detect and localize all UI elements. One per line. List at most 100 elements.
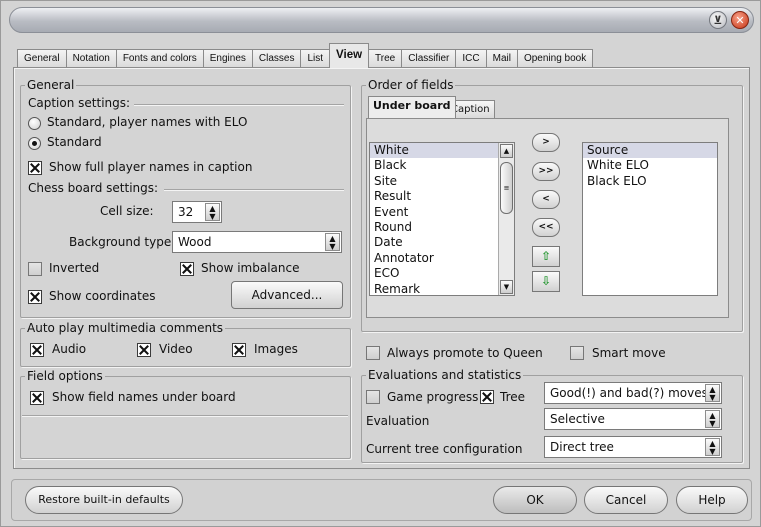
audio-label[interactable]: Audio: [52, 342, 86, 356]
moves-select-value: Good(!) and bad(?) moves: [550, 386, 708, 400]
images-label[interactable]: Images: [254, 342, 298, 356]
smart-move-label[interactable]: Smart move: [592, 346, 666, 360]
arrow-up-icon: ⇧: [540, 249, 552, 263]
tab-icc[interactable]: ICC: [455, 49, 487, 68]
list-item[interactable]: White: [370, 143, 514, 159]
tab-notation[interactable]: Notation: [65, 49, 117, 68]
show-coordinates-checkbox[interactable]: [28, 290, 42, 304]
advanced-button[interactable]: Advanced...: [231, 281, 343, 309]
scroll-thumb[interactable]: ≡: [500, 162, 513, 214]
evaluation-select[interactable]: Selective ▲ ▼: [544, 408, 722, 430]
list-item[interactable]: Source: [583, 143, 717, 159]
list-item[interactable]: Annotator: [370, 251, 514, 266]
tree-label[interactable]: Tree: [500, 390, 525, 404]
list-item[interactable]: White ELO: [583, 158, 717, 173]
list-item[interactable]: Black ELO: [583, 174, 717, 189]
cell-size-field[interactable]: 32 ▲ ▼: [172, 201, 222, 223]
view-tab-panel: General Caption settings: Standard, play…: [13, 67, 750, 469]
scroll-down-icon[interactable]: ▼: [500, 280, 513, 294]
tab-opening-book[interactable]: Opening book: [516, 49, 594, 68]
show-field-names-label[interactable]: Show field names under board: [52, 390, 236, 404]
tab-list[interactable]: List: [300, 49, 331, 68]
evaluation-label: Evaluation: [366, 414, 430, 428]
scroll-up-icon[interactable]: ▲: [500, 144, 513, 158]
radio-standard[interactable]: [28, 137, 41, 150]
radio-standard-label[interactable]: Standard: [47, 135, 102, 149]
available-fields-list[interactable]: White Black Site Result Event Round Date Annota…: [369, 142, 515, 296]
show-field-names-checkbox[interactable]: [30, 391, 44, 405]
tab-bar: General Notation Fonts and colors Engines Cl…: [17, 43, 594, 68]
field-options-group: Field options: [20, 369, 351, 459]
game-progress-checkbox[interactable]: [366, 390, 380, 404]
evaluations-legend: Evaluations and statistics: [368, 368, 522, 382]
radio-standard-elo[interactable]: [28, 117, 41, 130]
available-list-scrollbar[interactable]: ▲ ≡ ▼: [498, 143, 514, 295]
caption-settings-label: Caption settings:: [28, 96, 131, 110]
show-imbalance-label[interactable]: Show imbalance: [201, 261, 299, 275]
background-type-label: Background type:: [69, 235, 176, 249]
tab-mail[interactable]: Mail: [485, 49, 518, 68]
always-promote-label[interactable]: Always promote to Queen: [387, 346, 543, 360]
order-of-fields-legend: Order of fields: [368, 78, 454, 92]
list-item[interactable]: Event: [370, 205, 514, 220]
evaluation-value: Selective: [550, 412, 605, 426]
remove-field-button[interactable]: <: [532, 190, 560, 209]
tab-under-board[interactable]: Under board: [368, 96, 456, 118]
tab-tree[interactable]: Tree: [368, 49, 403, 68]
always-promote-checkbox[interactable]: [366, 346, 380, 360]
remove-all-fields-button[interactable]: <<: [532, 218, 560, 237]
show-full-names-label[interactable]: Show full player names in caption: [49, 160, 252, 174]
moves-select[interactable]: Good(!) and bad(?) moves ▲ ▼: [544, 382, 722, 404]
audio-checkbox[interactable]: [30, 343, 44, 357]
tab-classes[interactable]: Classes: [251, 49, 302, 68]
list-item[interactable]: Black: [370, 158, 514, 173]
video-checkbox[interactable]: [137, 343, 151, 357]
list-item[interactable]: Remark: [370, 282, 514, 295]
background-type-value: Wood: [178, 235, 212, 249]
inverted-label[interactable]: Inverted: [49, 261, 99, 275]
chevron-down-icon[interactable]: ▲ ▼: [325, 233, 340, 251]
cancel-button[interactable]: Cancel: [584, 486, 668, 514]
close-button[interactable]: ✕: [731, 11, 749, 29]
show-coordinates-label[interactable]: Show coordinates: [49, 289, 155, 303]
help-button[interactable]: Help: [676, 486, 748, 514]
tab-view[interactable]: View: [329, 43, 370, 68]
tree-config-value: Direct tree: [550, 440, 614, 454]
selected-fields-list[interactable]: Source White ELO Black ELO: [582, 142, 718, 296]
chevron-down-icon[interactable]: ▲ ▼: [705, 384, 720, 402]
tree-config-select[interactable]: Direct tree ▲ ▼: [544, 436, 722, 458]
chevron-down-icon[interactable]: ▲ ▼: [705, 410, 720, 428]
move-up-button[interactable]: ⇧: [532, 246, 560, 267]
tab-general[interactable]: General: [17, 49, 67, 68]
ok-button[interactable]: OK: [493, 486, 577, 514]
close-icon: ✕: [735, 14, 745, 27]
cell-size-spinner[interactable]: ▲ ▼: [205, 203, 220, 221]
game-progress-label[interactable]: Game progress: [387, 390, 478, 404]
title-bar[interactable]: ⊻ ✕: [9, 7, 754, 33]
tab-fonts-and-colors[interactable]: Fonts and colors: [115, 49, 204, 68]
show-full-names-checkbox[interactable]: [28, 161, 42, 175]
list-item[interactable]: ECO: [370, 266, 514, 281]
divider: [164, 189, 344, 191]
list-item[interactable]: Site: [370, 174, 514, 189]
minimize-button[interactable]: ⊻: [709, 11, 727, 29]
radio-standard-elo-label[interactable]: Standard, player names with ELO: [47, 115, 247, 129]
smart-move-checkbox[interactable]: [570, 346, 584, 360]
move-down-button[interactable]: ⇩: [532, 271, 560, 292]
video-label[interactable]: Video: [159, 342, 193, 356]
chevron-down-icon[interactable]: ▲ ▼: [705, 438, 720, 456]
tree-checkbox[interactable]: [480, 390, 494, 404]
images-checkbox[interactable]: [232, 343, 246, 357]
list-item[interactable]: Round: [370, 220, 514, 235]
restore-defaults-button[interactable]: Restore built-in defaults: [25, 486, 183, 514]
add-all-fields-button[interactable]: >>: [532, 162, 560, 181]
arrow-down-icon: ⇩: [540, 274, 552, 288]
background-type-select[interactable]: Wood ▲ ▼: [172, 231, 342, 253]
add-field-button[interactable]: >: [532, 133, 560, 152]
show-imbalance-checkbox[interactable]: [180, 262, 194, 276]
list-item[interactable]: Date: [370, 235, 514, 250]
list-item[interactable]: Result: [370, 189, 514, 204]
inverted-checkbox[interactable]: [28, 262, 42, 276]
tab-classifier[interactable]: Classifier: [401, 49, 457, 68]
tab-engines[interactable]: Engines: [202, 49, 253, 68]
